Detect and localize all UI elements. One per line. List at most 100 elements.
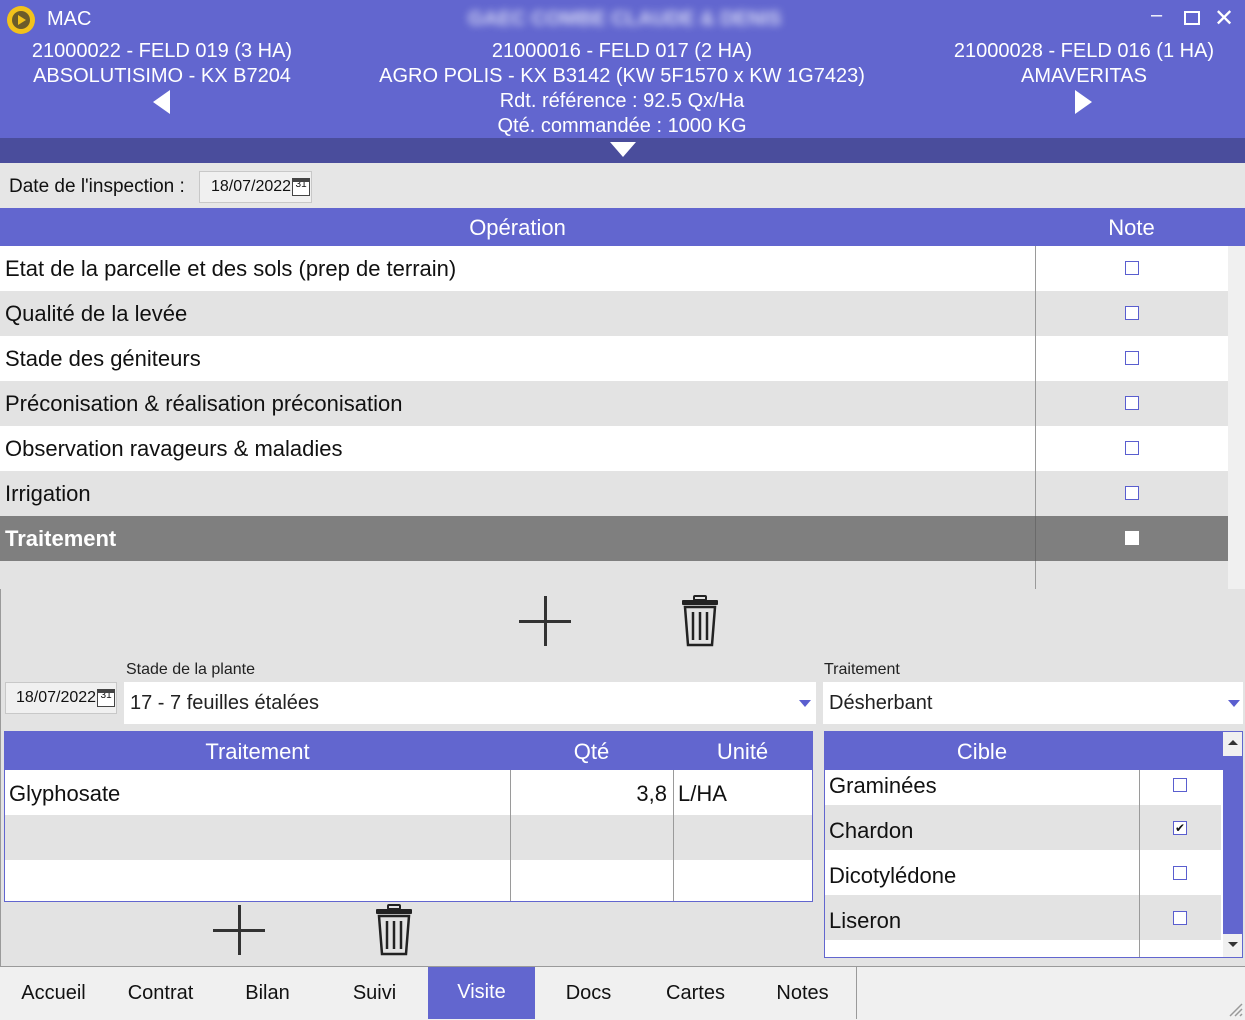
col-traitement-header: Traitement <box>205 739 310 764</box>
treatment-name: Glyphosate <box>9 781 121 806</box>
operations-table: Etat de la parcelle et des sols (prep de… <box>0 246 1245 589</box>
cible-checkbox[interactable] <box>1173 866 1187 880</box>
treatment-table-header: Traitement Qté Unité <box>5 732 812 770</box>
traitement-type-label: Traitement <box>824 661 900 678</box>
cible-checkbox[interactable] <box>1173 778 1187 792</box>
operation-row-empty <box>0 561 1228 589</box>
note-checkbox[interactable] <box>1125 396 1139 410</box>
treatment-qte: 3,8 <box>636 781 667 806</box>
ordered-quantity: Qté. commandée : 1000 KG <box>497 115 747 137</box>
cible-table-header: Cible <box>825 732 1223 770</box>
operation-label: Etat de la parcelle et des sols (prep de… <box>5 256 457 281</box>
tab-contrat[interactable]: Contrat <box>107 967 215 1019</box>
cible-checkbox-checked[interactable]: ✔ <box>1173 821 1187 835</box>
current-field-variety: AGRO POLIS - KX B3142 (KW 5F1570 x KW 1G… <box>379 65 865 87</box>
note-checkbox[interactable] <box>1125 486 1139 500</box>
operation-label: Traitement <box>5 526 117 551</box>
operation-row-selected[interactable]: Traitement <box>0 516 1228 561</box>
note-checkbox[interactable] <box>1125 531 1139 545</box>
note-checkbox[interactable] <box>1125 441 1139 455</box>
operation-label: Observation ravageurs & maladies <box>5 436 343 461</box>
col-cible-header: Cible <box>956 739 1008 764</box>
delete-treatment-icon[interactable] <box>680 595 720 647</box>
operations-scrollbar[interactable] <box>1228 246 1245 589</box>
inspection-date-value: 18/07/2022 <box>211 178 292 195</box>
cible-label: Liseron <box>829 908 902 933</box>
cible-table: Cible Graminées Chardon ✔ Dicotylédone L… <box>824 731 1243 958</box>
next-field-variety: AMAVERITAS <box>1021 65 1147 87</box>
table-row[interactable] <box>5 815 812 860</box>
operation-row[interactable]: Irrigation <box>0 471 1228 516</box>
operation-row[interactable]: Etat de la parcelle et des sols (prep de… <box>0 246 1228 291</box>
scroll-down-icon[interactable] <box>1228 942 1238 947</box>
tab-suivi[interactable]: Suivi <box>321 967 429 1019</box>
calendar-icon[interactable]: 31 <box>97 689 116 707</box>
cible-scrollbar[interactable] <box>1223 732 1242 957</box>
cible-checkbox[interactable] <box>1173 911 1187 925</box>
operation-row[interactable]: Qualité de la levée <box>0 291 1228 336</box>
note-checkbox[interactable] <box>1125 306 1139 320</box>
header-collapse-bar[interactable] <box>0 138 1245 163</box>
inspection-date-picker[interactable]: 18/07/2022 31 <box>199 171 312 203</box>
delete-product-icon[interactable] <box>374 904 414 956</box>
table-row[interactable]: Glyphosate 3,8 L/HA <box>5 770 812 815</box>
cible-row-partial[interactable] <box>825 940 1221 957</box>
tab-docs[interactable]: Docs <box>535 967 643 1019</box>
header-bar: MAC GAEC COMBE CLAUDE & DENIS – ✕ 210000… <box>0 0 1245 138</box>
maximize-icon[interactable] <box>1184 11 1200 25</box>
operation-row[interactable]: Préconisation & réalisation préconisatio… <box>0 381 1228 426</box>
treatment-date-picker[interactable]: 18/07/2022 31 <box>5 682 117 714</box>
cible-label: Dicotylédone <box>829 863 957 888</box>
cible-label: Graminées <box>829 773 937 798</box>
next-arrow-icon[interactable] <box>1075 90 1092 114</box>
prev-field-variety: ABSOLUTISIMO - KX B7204 <box>33 65 291 87</box>
next-field-id: 21000028 - FELD 016 (1 HA) <box>953 40 1215 62</box>
calendar-icon[interactable]: 31 <box>292 178 311 196</box>
reference-yield: Rdt. référence : 92.5 Qx/Ha <box>499 90 745 112</box>
inspection-date-label: Date de l'inspection : <box>9 176 185 197</box>
cible-label: Chardon <box>829 818 914 843</box>
treatment-table: Traitement Qté Unité Glyphosate 3,8 L/HA <box>4 731 813 902</box>
operation-label: Préconisation & réalisation préconisatio… <box>5 391 403 416</box>
minimize-icon[interactable]: – <box>1151 4 1162 27</box>
app-logo-icon <box>7 6 35 34</box>
current-field-id: 21000016 - FELD 017 (2 HA) <box>491 40 753 62</box>
note-checkbox[interactable] <box>1125 351 1139 365</box>
operations-table-header: Opération Note <box>0 208 1245 246</box>
col-operation-header: Opération <box>469 215 566 240</box>
note-checkbox[interactable] <box>1125 261 1139 275</box>
operation-label: Stade des géniteurs <box>5 346 201 371</box>
resize-grip-icon[interactable] <box>1227 1001 1243 1017</box>
close-icon[interactable]: ✕ <box>1214 4 1234 33</box>
scroll-thumb[interactable] <box>1223 756 1242 934</box>
add-treatment-icon[interactable] <box>519 596 571 646</box>
prev-field-id: 21000022 - FELD 019 (3 HA) <box>31 40 293 62</box>
tab-bilan[interactable]: Bilan <box>214 967 322 1019</box>
tab-notes[interactable]: Notes <box>749 967 857 1019</box>
prev-arrow-icon[interactable] <box>153 90 170 114</box>
operation-label: Irrigation <box>5 481 91 506</box>
table-row[interactable] <box>5 860 812 901</box>
chevron-down-icon[interactable] <box>610 142 636 157</box>
tab-accueil[interactable]: Accueil <box>0 967 108 1019</box>
add-product-icon[interactable] <box>213 905 265 955</box>
stade-label: Stade de la plante <box>126 661 255 678</box>
treatment-unite: L/HA <box>678 781 727 806</box>
operation-row[interactable]: Observation ravageurs & maladies <box>0 426 1228 471</box>
operation-row[interactable]: Stade des géniteurs <box>0 336 1228 381</box>
cible-row[interactable]: Chardon ✔ <box>825 805 1221 850</box>
col-note-header: Note <box>1108 215 1155 240</box>
tab-visite[interactable]: Visite <box>428 967 536 1019</box>
dropdown-arrow-icon[interactable] <box>1228 700 1240 707</box>
stade-dropdown[interactable]: 17 - 7 feuilles étalées <box>124 682 816 724</box>
traitement-type-dropdown[interactable]: Désherbant <box>823 682 1243 724</box>
tab-cartes[interactable]: Cartes <box>642 967 750 1019</box>
scroll-up-icon[interactable] <box>1228 740 1238 745</box>
cible-row[interactable]: Liseron <box>825 895 1221 940</box>
col-unite-header: Unité <box>716 739 769 764</box>
cible-row[interactable]: Dicotylédone <box>825 850 1221 895</box>
dropdown-arrow-icon[interactable] <box>799 700 811 707</box>
cible-row[interactable]: Graminées <box>825 770 1221 805</box>
stade-value: 17 - 7 feuilles étalées <box>130 692 320 714</box>
client-name: GAEC COMBE CLAUDE & DENIS <box>468 8 782 30</box>
